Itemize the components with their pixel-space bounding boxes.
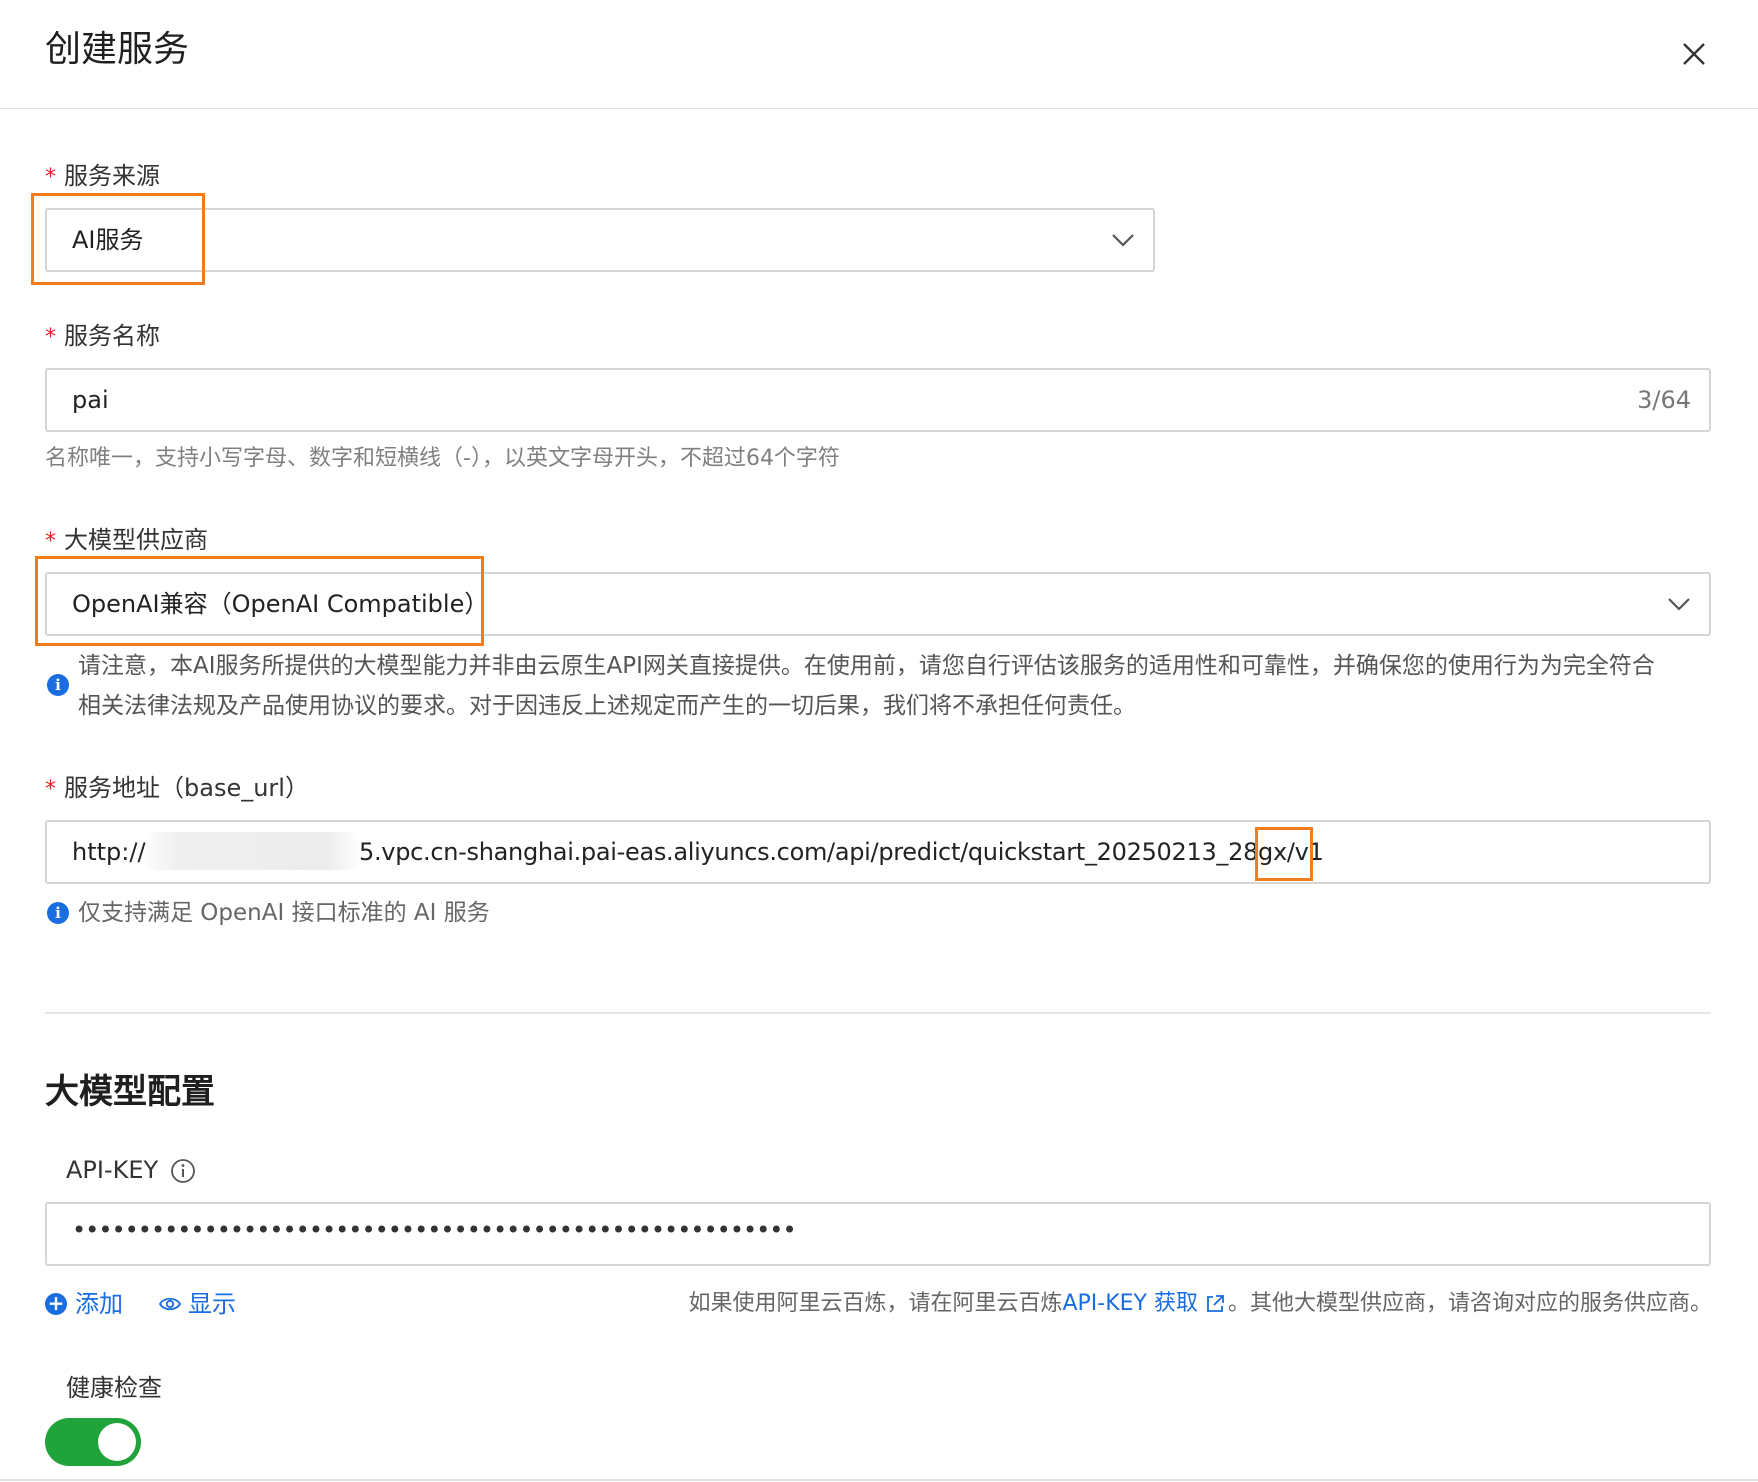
add-key-label: 添加 xyxy=(75,1290,123,1318)
service-name-help: 名称唯一，支持小写字母、数字和短横线（-），以英文字母开头，不超过64个字符 xyxy=(45,446,840,471)
base-url-prefix: http:// xyxy=(72,838,146,866)
add-icon: + xyxy=(45,1293,67,1315)
provider-notice-line1: 请注意，本AI服务所提供的大模型能力并非由云原生API网关直接提供。在使用前，请… xyxy=(78,653,1655,679)
required-mark: * xyxy=(45,529,56,554)
chevron-down-icon xyxy=(1112,234,1134,247)
info-icon: i xyxy=(47,902,69,924)
char-counter: 3/64 xyxy=(1637,386,1691,414)
api-key-get-link[interactable]: API-KEY 获取 xyxy=(1062,1288,1198,1320)
close-button[interactable] xyxy=(1672,32,1716,76)
service-name-label: * 服务名称 xyxy=(45,322,160,350)
api-key-value: ••••••••••••••••••••••••••••••••••••••••… xyxy=(72,1216,797,1244)
dialog-title: 创建服务 xyxy=(45,29,190,70)
base-url-hint: 仅支持满足 OpenAI 接口标准的 AI 服务 xyxy=(78,900,490,926)
model-provider-select[interactable]: OpenAI兼容（OpenAI Compatible） xyxy=(45,572,1711,636)
service-name-value: pai xyxy=(72,386,109,414)
api-key-input[interactable]: ••••••••••••••••••••••••••••••••••••••••… xyxy=(45,1202,1711,1266)
eye-icon xyxy=(158,1297,182,1311)
required-mark: * xyxy=(45,325,56,350)
service-source-value: AI服务 xyxy=(72,226,144,254)
base-url-label: * 服务地址（base_url） xyxy=(45,774,309,802)
model-provider-label: * 大模型供应商 xyxy=(45,526,208,554)
header-divider xyxy=(0,108,1758,109)
provider-notice-line2: 相关法律法规及产品使用协议的要求。对于因违反上述规定而产生的一切后果，我们将不承… xyxy=(78,693,1136,719)
api-key-note: 如果使用阿里云百炼，请在阿里云百炼 API-KEY 获取 。其他大模型供应商，请… xyxy=(688,1288,1712,1320)
base-url-suffix: 5.vpc.cn-shanghai.pai-eas.aliyuncs.com/a… xyxy=(359,838,1324,866)
info-outline-icon[interactable] xyxy=(170,1158,196,1184)
health-check-toggle[interactable] xyxy=(45,1418,141,1466)
api-key-label: API-KEY xyxy=(66,1156,159,1184)
section-title: 大模型配置 xyxy=(45,1072,215,1112)
required-mark: * xyxy=(45,777,56,802)
show-key-label: 显示 xyxy=(188,1290,236,1318)
api-key-note-prefix: 如果使用阿里云百炼，请在阿里云百炼 xyxy=(688,1291,1063,1316)
model-provider-value: OpenAI兼容（OpenAI Compatible） xyxy=(72,590,489,618)
bottom-divider xyxy=(0,1479,1758,1481)
health-check-label: 健康检查 xyxy=(66,1374,162,1402)
add-key-button[interactable]: + 添加 xyxy=(45,1288,123,1320)
toggle-knob xyxy=(98,1423,136,1461)
api-key-note-suffix: 。其他大模型供应商，请咨询对应的服务供应商。 xyxy=(1227,1291,1712,1316)
service-source-label: * 服务来源 xyxy=(45,162,160,190)
service-source-select[interactable]: AI服务 xyxy=(45,208,1155,272)
section-divider xyxy=(45,1012,1711,1014)
redacted-region xyxy=(146,832,358,870)
close-icon xyxy=(1683,43,1705,65)
info-icon: i xyxy=(47,674,69,696)
chevron-down-icon xyxy=(1668,598,1690,611)
show-key-button[interactable]: 显示 xyxy=(158,1288,236,1320)
required-mark: * xyxy=(45,165,56,190)
service-name-input[interactable]: pai 3/64 xyxy=(45,368,1711,432)
external-link-icon[interactable] xyxy=(1204,1293,1226,1315)
